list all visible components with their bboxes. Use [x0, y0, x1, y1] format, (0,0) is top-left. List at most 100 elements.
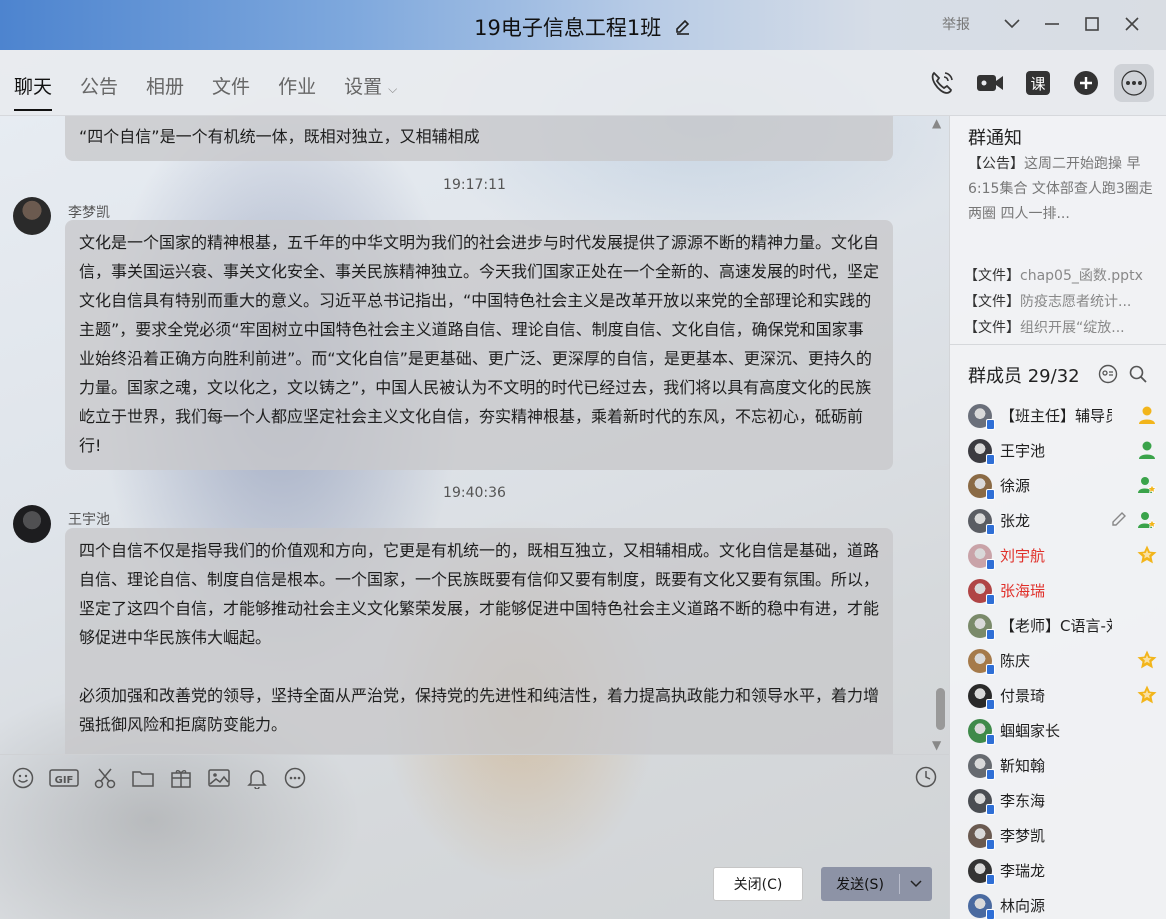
- avatar[interactable]: [968, 613, 995, 640]
- members-title[interactable]: 群成员 29/32: [968, 362, 1080, 388]
- message-bubble[interactable]: “四个自信”是一个有机统一体，既相对独立，又相辅相成: [65, 116, 893, 161]
- message-bubble[interactable]: 四个自信不仅是指导我们的价值观和方向，它更是有机统一的，既相互独立，又相辅相成。…: [65, 528, 893, 754]
- message-text: 四个自信不仅是指导我们的价值观和方向，它更是有机统一的，既相互独立，又相辅相成。…: [79, 541, 880, 734]
- avatar[interactable]: [968, 683, 995, 710]
- mobile-online-icon: [986, 838, 995, 850]
- file-item[interactable]: 【文件】防疫志愿者统计...: [964, 289, 1160, 315]
- maximize-icon[interactable]: [1072, 10, 1112, 38]
- member-item[interactable]: 王宇池: [968, 433, 1158, 468]
- member-item[interactable]: 付景琦: [968, 678, 1158, 713]
- scroll-up-icon[interactable]: ▲: [932, 116, 941, 130]
- avatar[interactable]: [13, 505, 51, 543]
- member-item[interactable]: 刘宇航: [968, 538, 1158, 573]
- member-item[interactable]: 李东海: [968, 783, 1158, 818]
- member-name: 徐源: [1000, 477, 1031, 495]
- emoji-icon[interactable]: [10, 764, 36, 792]
- member-item[interactable]: 徐源: [968, 468, 1158, 503]
- file-tag: 【文件】: [964, 320, 1020, 336]
- message-text: 文化是一个国家的精神根基，五千年的中华文明为我们的社会进步与时代发展提供了源源不…: [79, 233, 880, 455]
- member-item[interactable]: 张海瑞: [968, 573, 1158, 608]
- tab-homework[interactable]: 作业: [278, 72, 316, 111]
- tab-announcement[interactable]: 公告: [80, 72, 118, 111]
- member-item[interactable]: 林向源: [968, 888, 1158, 919]
- send-options-chevron-icon[interactable]: [900, 880, 932, 888]
- mobile-online-icon: [986, 803, 995, 815]
- folder-icon[interactable]: [130, 764, 156, 792]
- mobile-online-icon: [986, 698, 995, 710]
- member-item[interactable]: 张龙: [968, 503, 1158, 538]
- video-call-icon[interactable]: [970, 64, 1010, 102]
- avatar[interactable]: [968, 473, 995, 500]
- file-item[interactable]: 【文件】chap05_函数.pptx: [964, 263, 1160, 289]
- scrollbar-thumb[interactable]: [936, 688, 945, 730]
- avatar[interactable]: [968, 648, 995, 675]
- avatar[interactable]: [968, 508, 995, 535]
- tab-files[interactable]: 文件: [212, 72, 250, 111]
- member-name: 【老师】C语言-刘: [1000, 617, 1112, 635]
- send-button-label: 发送(S): [836, 877, 884, 893]
- avatar[interactable]: [968, 543, 995, 570]
- mobile-online-icon: [986, 733, 995, 745]
- dropdown-chevron-icon[interactable]: [992, 10, 1032, 38]
- svg-text:GIF: GIF: [55, 775, 74, 786]
- tab-settings[interactable]: 设置 ⌵: [344, 72, 397, 111]
- notice-title[interactable]: 群通知: [968, 124, 1022, 150]
- avatar[interactable]: [968, 753, 995, 780]
- edit-icon[interactable]: [1110, 510, 1128, 532]
- image-icon[interactable]: [206, 764, 232, 792]
- member-item[interactable]: 陈庆: [968, 643, 1158, 678]
- svg-text:课: 课: [1030, 75, 1045, 93]
- close-icon[interactable]: [1112, 10, 1152, 38]
- tab-chat[interactable]: 聊天: [14, 72, 53, 111]
- avatar[interactable]: [968, 893, 995, 919]
- bell-icon[interactable]: [244, 764, 270, 792]
- send-button[interactable]: 发送(S): [821, 867, 932, 901]
- member-item[interactable]: 李瑞龙: [968, 853, 1158, 888]
- member-item[interactable]: 李梦凯: [968, 818, 1158, 853]
- close-button[interactable]: 关闭(C): [713, 867, 803, 901]
- more-icon[interactable]: [1114, 64, 1154, 102]
- avatar[interactable]: [968, 403, 995, 430]
- file-item[interactable]: 【文件】组织开展“绽放...: [964, 315, 1160, 341]
- avatar[interactable]: [13, 197, 51, 235]
- title-bar: 19电子信息工程1班 举报: [0, 0, 1166, 50]
- edit-icon[interactable]: [674, 17, 692, 41]
- chevron-down-icon: ⌵: [388, 82, 398, 96]
- member-manage-icon[interactable]: [1098, 364, 1118, 388]
- avatar[interactable]: [968, 578, 995, 605]
- file-list: 【文件】chap05_函数.pptx 【文件】防疫志愿者统计... 【文件】组织…: [964, 263, 1160, 341]
- mobile-online-icon: [986, 593, 995, 605]
- avatar[interactable]: [968, 718, 995, 745]
- admin-icon: [1136, 474, 1158, 500]
- minimize-icon[interactable]: [1032, 10, 1072, 38]
- chat-history[interactable]: “四个自信”是一个有机统一体，既相对独立，又相辅相成 19:17:11 李梦凯 …: [0, 116, 949, 754]
- report-button[interactable]: 举报: [942, 14, 970, 34]
- file-tag: 【文件】: [964, 294, 1020, 310]
- avatar[interactable]: [968, 438, 995, 465]
- member-item[interactable]: 【班主任】辅导员: [968, 398, 1158, 433]
- avatar[interactable]: [968, 788, 995, 815]
- star-icon: [1136, 649, 1158, 675]
- member-item[interactable]: 蝈蝈家长: [968, 713, 1158, 748]
- search-icon[interactable]: [1128, 364, 1148, 388]
- member-list: 【班主任】辅导员 王宇池徐源张龙 刘宇航 张海瑞【老师】C语言-刘陈庆 付景琦 蝈蝈家长靳…: [968, 398, 1158, 919]
- voice-call-icon[interactable]: [922, 64, 962, 102]
- add-icon[interactable]: [1066, 64, 1106, 102]
- member-name: 林向源: [1000, 897, 1046, 915]
- gift-icon[interactable]: [168, 764, 194, 792]
- tab-album[interactable]: 相册: [146, 72, 184, 111]
- more-dots-icon[interactable]: [282, 764, 308, 792]
- clock-icon[interactable]: [915, 766, 937, 792]
- scroll-down-icon[interactable]: ▼: [932, 738, 941, 752]
- message-bubble[interactable]: 文化是一个国家的精神根基，五千年的中华文明为我们的社会进步与时代发展提供了源源不…: [65, 220, 893, 470]
- nav-bar: 聊天 公告 相册 文件 作业 设置 ⌵ 课: [0, 50, 1166, 116]
- class-icon[interactable]: 课: [1018, 64, 1058, 102]
- avatar[interactable]: [968, 823, 995, 850]
- member-item[interactable]: 【老师】C语言-刘: [968, 608, 1158, 643]
- avatar[interactable]: [968, 858, 995, 885]
- member-item[interactable]: 靳知翰: [968, 748, 1158, 783]
- group-side-panel: 群通知 【公告】这周二开始跑操 早6:15集合 文体部查人跑3圈走两圈 四人一排…: [949, 116, 1166, 919]
- announcement-preview[interactable]: 【公告】这周二开始跑操 早6:15集合 文体部查人跑3圈走两圈 四人一排...: [968, 152, 1158, 227]
- scissors-icon[interactable]: [92, 764, 118, 792]
- gif-icon[interactable]: GIF: [48, 764, 80, 792]
